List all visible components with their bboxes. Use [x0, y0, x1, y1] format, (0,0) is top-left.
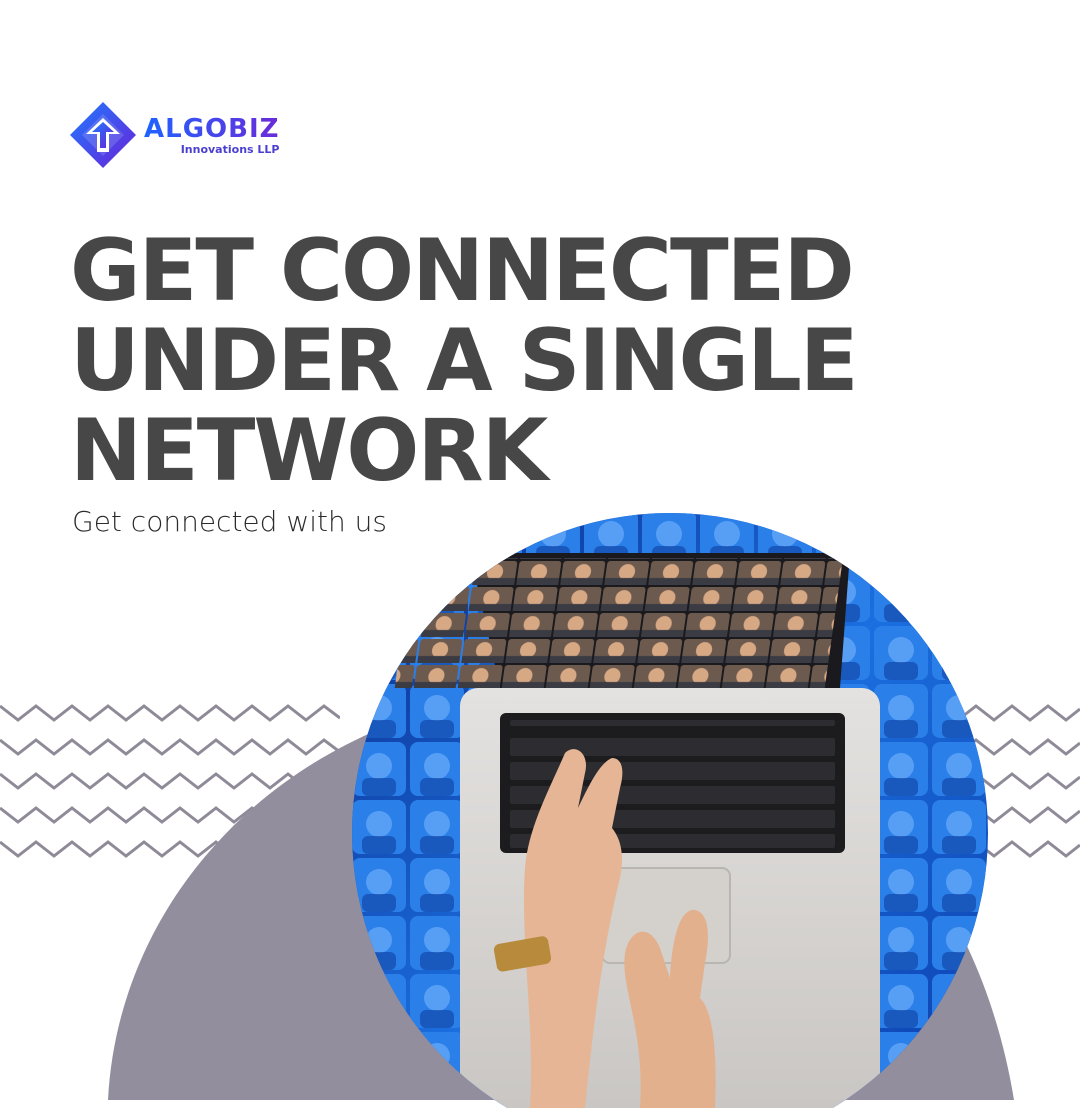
brand-name: ALGOBIZ — [144, 113, 280, 144]
headline-line-1: GET CONNECTED — [70, 221, 855, 321]
headline: GET CONNECTED UNDER A SINGLE NETWORK — [70, 221, 859, 501]
headline-line-3: NETWORK — [70, 401, 548, 501]
laptop-video-call-photo — [352, 513, 988, 1108]
diamond-arrow-logo-icon — [70, 102, 136, 168]
brand-logo[interactable]: ALGOBIZ Innovations LLP — [68, 100, 279, 170]
brand-tagline: Innovations LLP — [180, 142, 280, 156]
subtitle: Get connected with us — [72, 505, 387, 538]
headline-line-2: UNDER A SINGLE — [70, 311, 859, 411]
